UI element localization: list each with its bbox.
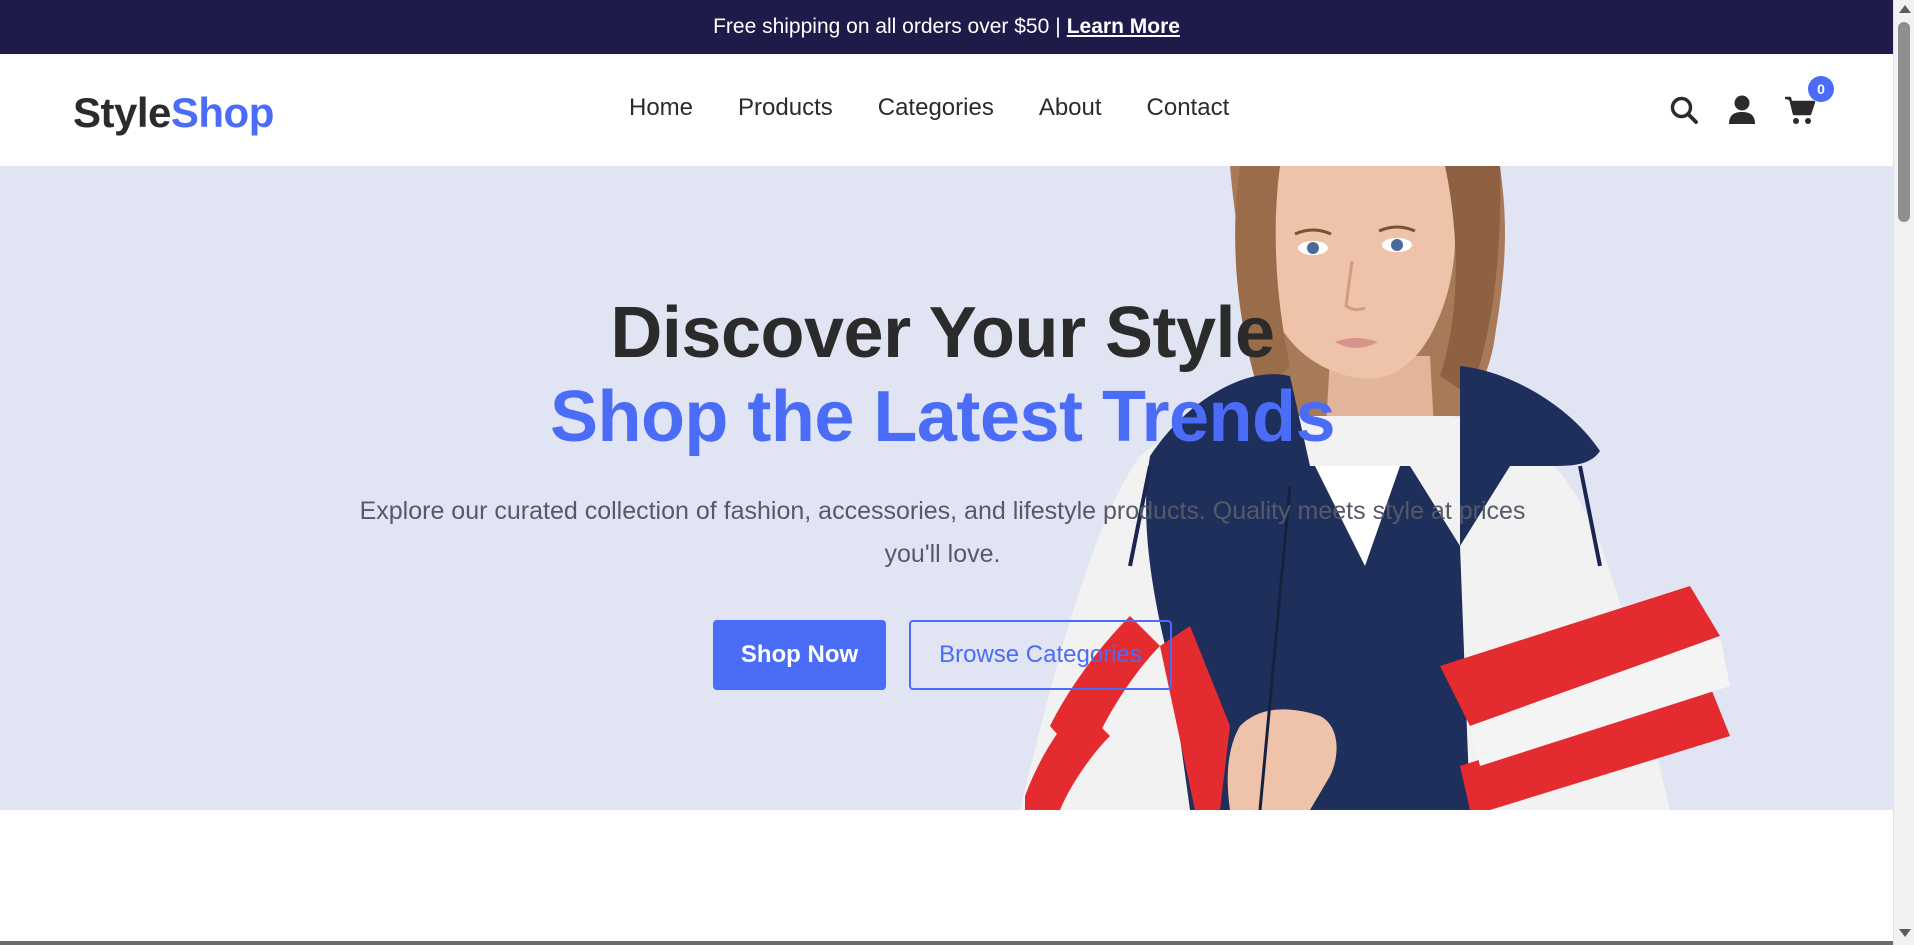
nav-home[interactable]: Home xyxy=(629,94,693,122)
hero-model-image xyxy=(1020,166,1730,810)
logo-text-shop: Shop xyxy=(170,89,274,136)
learn-more-link[interactable]: Learn More xyxy=(1067,15,1180,39)
scroll-down-arrow-icon[interactable] xyxy=(1899,929,1911,937)
page: Free shipping on all orders over $50 | L… xyxy=(0,0,1893,945)
logo-text-style: Style xyxy=(73,89,171,136)
main-nav: Home Products Categories About Contact xyxy=(629,94,1229,122)
scrollbar-thumb[interactable] xyxy=(1898,22,1910,222)
nav-categories[interactable]: Categories xyxy=(878,94,994,122)
nav-about[interactable]: About xyxy=(1039,94,1102,122)
scroll-up-arrow-icon[interactable] xyxy=(1899,5,1911,13)
user-icon[interactable] xyxy=(1726,94,1758,126)
cart-count-badge: 0 xyxy=(1808,76,1834,102)
shop-now-button[interactable]: Shop Now xyxy=(713,620,886,690)
logo[interactable]: StyleShop xyxy=(73,89,274,137)
bottom-edge xyxy=(0,941,1893,945)
cart-icon[interactable]: 0 xyxy=(1784,76,1834,126)
announcement-bar: Free shipping on all orders over $50 | L… xyxy=(0,0,1893,54)
browse-categories-button[interactable]: Browse Categories xyxy=(909,620,1172,690)
site-header: StyleShop Home Products Categories About… xyxy=(0,54,1893,166)
vertical-scrollbar[interactable] xyxy=(1893,0,1914,945)
hero-title: Discover Your Style xyxy=(610,293,1275,373)
search-icon[interactable] xyxy=(1668,94,1700,126)
nav-contact[interactable]: Contact xyxy=(1147,94,1230,122)
header-actions: 0 xyxy=(1668,76,1834,126)
hero-section: Discover Your Style Shop the Latest Tren… xyxy=(0,166,1893,810)
announcement-separator: | xyxy=(1055,15,1061,38)
hero-subtitle: Explore our curated collection of fashio… xyxy=(359,497,1526,568)
hero-title-accent: Shop the Latest Trends xyxy=(549,377,1336,457)
announcement-text: Free shipping on all orders over $50 xyxy=(713,15,1050,38)
nav-products[interactable]: Products xyxy=(738,94,833,122)
